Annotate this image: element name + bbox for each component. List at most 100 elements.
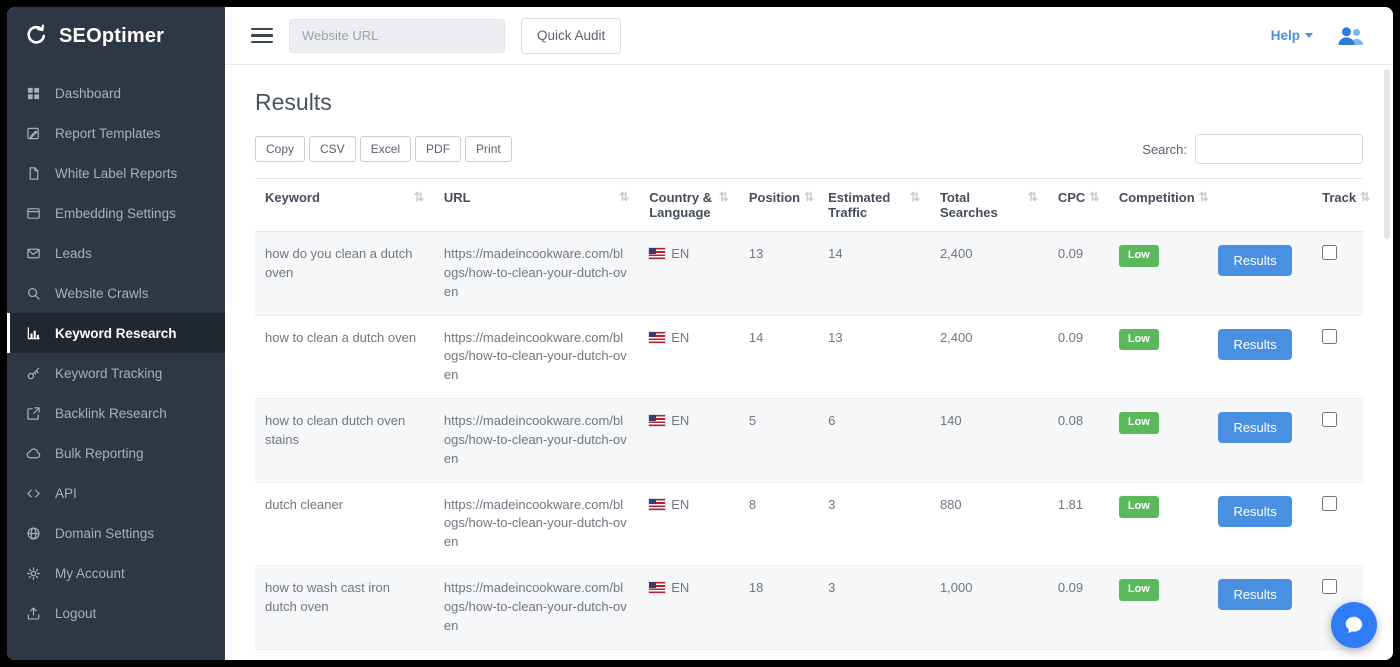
search-label: Search: (1142, 142, 1187, 157)
column-header-keyword[interactable]: Keyword⇅ (255, 179, 434, 232)
keyword-cell: how to clean a dutch oven (255, 315, 434, 399)
track-checkbox[interactable] (1322, 496, 1337, 511)
search-wrap: Search: (1142, 134, 1363, 164)
track-checkbox[interactable] (1322, 245, 1337, 260)
track-cell (1312, 315, 1363, 399)
scrollbar-thumb[interactable] (1384, 69, 1390, 239)
vertical-scrollbar[interactable] (1383, 67, 1391, 656)
competition-badge: Low (1119, 496, 1159, 518)
app-window: SEOptimer DashboardReport Templates White… (7, 7, 1393, 660)
topbar: Quick Audit Help (225, 7, 1393, 65)
url-cell: https://madeincookware.com/blogs/how-to-… (434, 482, 639, 566)
url-cell: https://madeincookware.com/blogs/how-to-… (434, 315, 639, 399)
sidebar-item-keyword-research[interactable]: Keyword Research (7, 313, 225, 353)
competition-badge: Low (1119, 412, 1159, 434)
column-header-track[interactable]: Track⇅ (1312, 179, 1363, 232)
sidebar-item-label: Logout (55, 606, 96, 621)
keyword-research-icon (25, 325, 41, 341)
sidebar-item-leads[interactable]: Leads (7, 233, 225, 273)
action-cell: Results (1208, 649, 1312, 660)
export-csv-button[interactable]: CSV (309, 136, 356, 162)
sidebar-item-label: Keyword Tracking (55, 366, 162, 381)
sidebar-item-embedding-settings[interactable]: Embedding Settings (7, 193, 225, 233)
sort-icon: ⇅ (1199, 190, 1209, 205)
column-header-competition[interactable]: Competition⇅ (1109, 179, 1209, 232)
sidebar-item-report-templates[interactable]: Report Templates (7, 113, 225, 153)
report-templates-icon (25, 125, 41, 141)
column-header-total-searches[interactable]: Total Searches⇅ (930, 179, 1048, 232)
competition-cell: Medium (1109, 649, 1209, 660)
hamburger-menu-icon[interactable] (251, 28, 273, 44)
sidebar-item-api[interactable]: API (7, 473, 225, 513)
website-url-input[interactable] (289, 19, 505, 53)
column-header-country-language[interactable]: Country & Language⇅ (639, 179, 739, 232)
language-code: EN (671, 246, 689, 261)
sidebar: SEOptimer DashboardReport Templates White… (7, 7, 225, 660)
us-flag-icon (649, 582, 665, 593)
export-print-button[interactable]: Print (465, 136, 512, 162)
results-button[interactable]: Results (1218, 412, 1291, 443)
column-label: Total Searches (940, 190, 1024, 220)
language-code: EN (671, 330, 689, 345)
account-users-icon[interactable] (1335, 25, 1367, 47)
sidebar-item-label: Domain Settings (55, 526, 154, 541)
sort-icon: ⇅ (1028, 190, 1038, 220)
results-button[interactable]: Results (1218, 579, 1291, 610)
column-header-estimated-traffic[interactable]: Estimated Traffic⇅ (818, 179, 930, 232)
sidebar-item-keyword-tracking[interactable]: Keyword Tracking (7, 353, 225, 393)
track-checkbox[interactable] (1322, 579, 1337, 594)
keyword-cell: cleaning dutch oven (255, 649, 434, 660)
url-cell: https://madeincookware.com/blogs/how-to-… (434, 232, 639, 316)
chat-widget-button[interactable] (1331, 602, 1377, 648)
export-excel-button[interactable]: Excel (360, 136, 411, 162)
table-row: how to wash cast iron dutch ovenhttps://… (255, 566, 1363, 650)
help-dropdown[interactable]: Help (1271, 28, 1313, 43)
country-language-cell: EN (639, 482, 739, 566)
language-code: EN (671, 580, 689, 595)
results-button[interactable]: Results (1218, 496, 1291, 527)
export-pdf-button[interactable]: PDF (415, 136, 461, 162)
competition-badge: Low (1119, 245, 1159, 267)
sidebar-item-bulk-reporting[interactable]: Bulk Reporting (7, 433, 225, 473)
column-header-position[interactable]: Position⇅ (739, 179, 818, 232)
track-cell (1312, 649, 1363, 660)
results-button[interactable]: Results (1218, 245, 1291, 276)
sidebar-item-label: White Label Reports (55, 166, 177, 181)
sidebar-item-backlink-research[interactable]: Backlink Research (7, 393, 225, 433)
search-input[interactable] (1195, 134, 1363, 164)
sidebar-item-logout[interactable]: Logout (7, 593, 225, 633)
sidebar-item-dashboard[interactable]: Dashboard (7, 73, 225, 113)
us-flag-icon (649, 332, 665, 343)
position-cell: 5 (739, 399, 818, 483)
results-table-body: how do you clean a dutch ovenhttps://mad… (255, 232, 1363, 661)
export-copy-button[interactable]: Copy (255, 136, 305, 162)
sidebar-item-domain-settings[interactable]: Domain Settings (7, 513, 225, 553)
results-table: Keyword⇅URL⇅Country & Language⇅Position⇅… (255, 178, 1363, 660)
website-crawls-icon (25, 285, 41, 301)
api-icon (25, 485, 41, 501)
sidebar-item-white-label-reports[interactable]: White Label Reports (7, 153, 225, 193)
sidebar-item-label: Leads (55, 246, 92, 261)
position-cell: 8 (739, 482, 818, 566)
column-header-cpc[interactable]: CPC⇅ (1048, 179, 1109, 232)
results-button[interactable]: Results (1218, 329, 1291, 360)
url-cell: https://madeincookware.com/blogs/how-to-… (434, 399, 639, 483)
competition-badge: Low (1119, 579, 1159, 601)
leads-icon (25, 245, 41, 261)
track-checkbox[interactable] (1322, 412, 1337, 427)
sort-icon: ⇅ (414, 190, 424, 205)
column-header-url[interactable]: URL⇅ (434, 179, 639, 232)
brand-logo[interactable]: SEOptimer (7, 7, 225, 65)
estimated-traffic-cell: 13 (818, 315, 930, 399)
track-cell (1312, 482, 1363, 566)
estimated-traffic-cell: 14 (818, 232, 930, 316)
results-page: Results CopyCSVExcelPDFPrint Search: Key… (225, 65, 1393, 660)
main-area: Quick Audit Help Results (225, 7, 1393, 660)
sidebar-item-my-account[interactable]: My Account (7, 553, 225, 593)
sidebar-item-website-crawls[interactable]: Website Crawls (7, 273, 225, 313)
total-searches-cell: 140 (930, 399, 1048, 483)
domain-settings-icon (25, 525, 41, 541)
quick-audit-button[interactable]: Quick Audit (521, 18, 621, 54)
track-checkbox[interactable] (1322, 329, 1337, 344)
cpc-cell: 0.09 (1048, 232, 1109, 316)
